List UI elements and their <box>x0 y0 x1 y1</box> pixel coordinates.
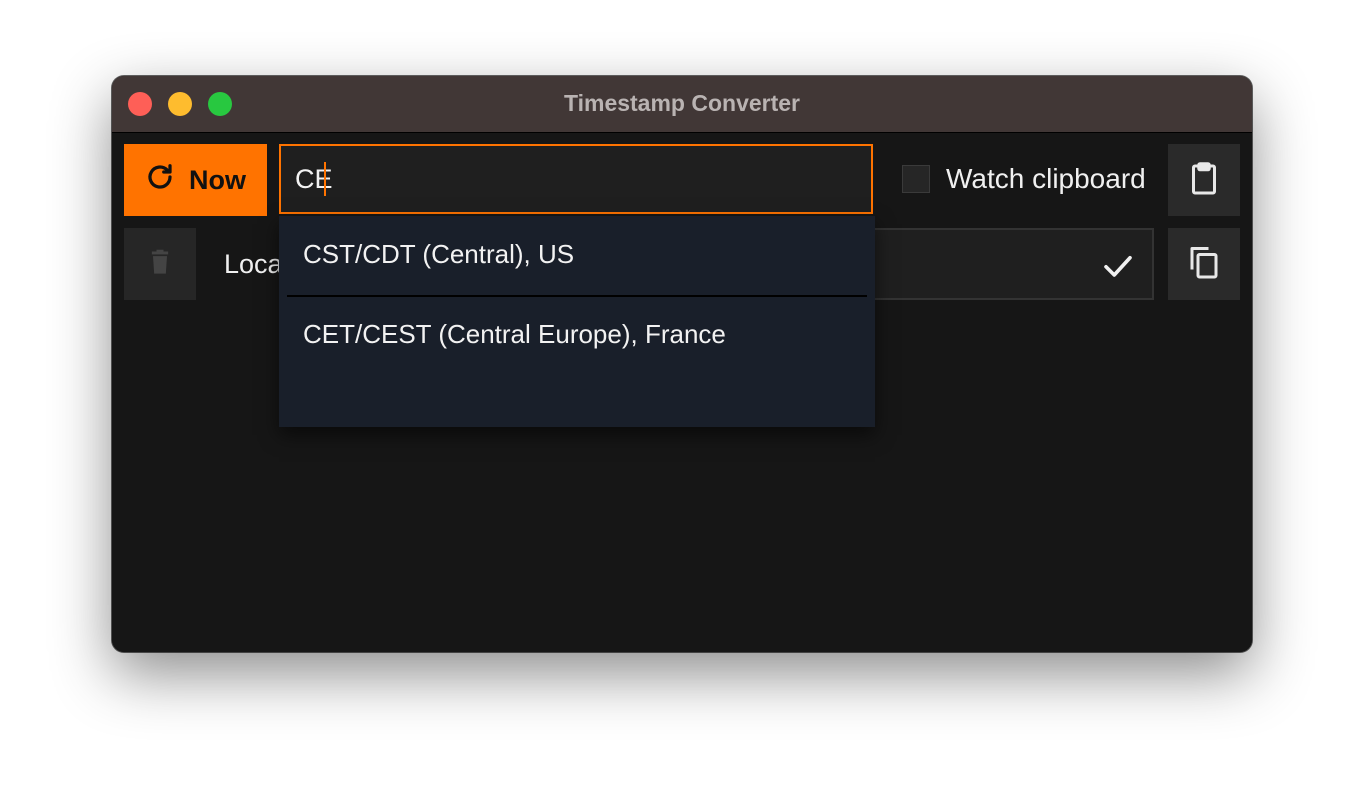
title-bar[interactable]: Timestamp Converter <box>112 76 1252 133</box>
suggestion-item-cet-cest[interactable]: CET/CEST (Central Europe), France <box>279 296 875 372</box>
clipboard-icon <box>1186 160 1222 201</box>
copy-icon <box>1186 244 1222 285</box>
copy-button[interactable] <box>1168 228 1240 300</box>
watch-clipboard-label[interactable]: Watch clipboard <box>946 163 1146 195</box>
now-button[interactable]: Now <box>124 144 267 216</box>
app-window: Timestamp Converter Now Watch clipboard <box>112 76 1252 652</box>
timezone-search-input[interactable] <box>279 144 873 214</box>
row-timezone-label: Loca <box>224 248 283 279</box>
main-content: Now Watch clipboard <box>112 133 1252 652</box>
trash-icon <box>146 248 174 281</box>
delete-row-button[interactable] <box>124 228 196 300</box>
now-button-label: Now <box>189 164 246 195</box>
text-caret <box>324 162 326 196</box>
watch-clipboard-option[interactable]: Watch clipboard <box>902 144 1146 214</box>
refresh-icon <box>145 162 175 199</box>
row-value-field[interactable] <box>872 228 1154 300</box>
watch-clipboard-checkbox[interactable] <box>902 165 930 193</box>
check-icon[interactable] <box>1100 248 1136 284</box>
paste-button[interactable] <box>1168 144 1240 216</box>
suggestion-item-cst-cdt[interactable]: CST/CDT (Central), US <box>279 216 875 292</box>
timezone-suggestions-dropdown: CST/CDT (Central), US CET/CEST (Central … <box>279 216 875 427</box>
window-title: Timestamp Converter <box>563 90 801 116</box>
